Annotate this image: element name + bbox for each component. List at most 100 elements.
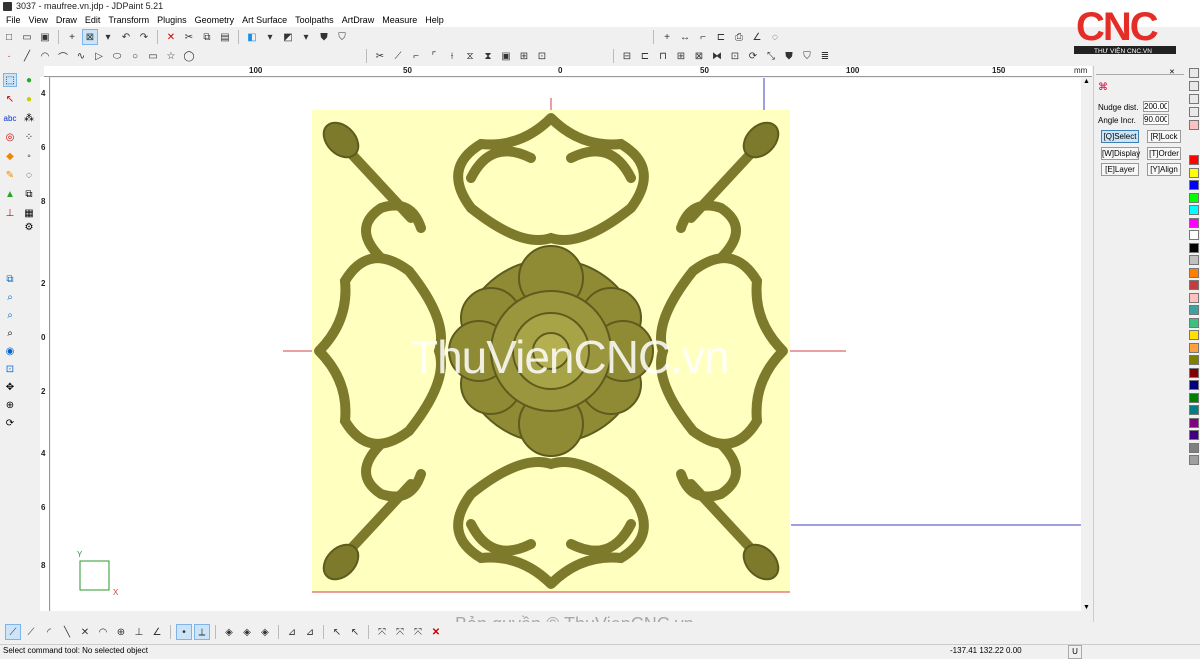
menu-plugins[interactable]: Plugins [153,13,191,27]
select-tool-icon[interactable]: ⬚ [3,73,17,87]
color-swatch[interactable] [1189,380,1199,390]
light-icon[interactable]: ● [22,92,36,106]
copy-icon[interactable]: ⧉ [199,29,215,45]
color-swatch[interactable] [1189,155,1199,165]
close-icon[interactable]: ✕ [1169,68,1175,76]
snap-arc-icon[interactable]: ◜ [41,624,57,640]
break-icon[interactable]: ⧗ [480,48,496,64]
paste-icon[interactable]: ▤ [217,29,233,45]
vertical-scrollbar[interactable]: ▲ ▼ [1081,78,1092,611]
ungroup-icon[interactable]: ⊞ [516,48,532,64]
menu-transform[interactable]: Transform [104,13,153,27]
new-file-icon[interactable]: □ [1,29,17,45]
snap-surface-icon[interactable]: ⊿ [302,624,318,640]
join-icon[interactable]: ⧖ [462,48,478,64]
menu-toolpaths[interactable]: Toolpaths [291,13,338,27]
rotate-copy-icon[interactable]: ⟳ [745,48,761,64]
color-swatch[interactable] [1189,392,1199,403]
shield-icon[interactable]: ⛊ [316,29,332,45]
measure-icon[interactable]: ⊥ [3,206,17,220]
shield-outline-icon[interactable]: ⛉ [799,48,815,64]
menu-draw[interactable]: Draw [52,13,81,27]
shield-outline-icon[interactable]: ⛉ [334,29,350,45]
fillet-icon[interactable]: ⌐ [408,48,424,64]
zoom-in-icon[interactable]: ⌕ [3,308,17,322]
pencil-icon[interactable] [1189,68,1199,78]
polyline-icon[interactable]: ⌒ [55,48,71,64]
select-mode-icon[interactable]: ⊠ [82,29,98,45]
brush-icon[interactable]: ⁂ [22,111,36,125]
transform-icon[interactable]: ⤧ [410,624,426,640]
cut-icon[interactable]: ✂ [181,29,197,45]
color-swatch[interactable] [1189,217,1199,228]
chevron-up-icon[interactable]: ▲ [1083,78,1090,85]
arc-icon[interactable]: ◠ [37,48,53,64]
snap-midpoint-icon[interactable]: ⟋ [23,624,39,640]
eye-icon[interactable]: ◉ [3,344,17,358]
menu-art-surface[interactable]: Art Surface [238,13,291,27]
color-swatch[interactable] [1189,205,1199,215]
snap-surface-icon[interactable]: ⊿ [284,624,300,640]
spline-icon[interactable]: ∿ [73,48,89,64]
chevron-down-icon[interactable]: ▾ [298,29,314,45]
crosshair-icon[interactable]: + [64,29,80,45]
chevron-down-icon[interactable]: ▼ [1083,604,1090,611]
transform-icon[interactable]: ⤧ [392,624,408,640]
line-icon[interactable]: ╱ [19,48,35,64]
point-icon[interactable]: · [1,48,17,64]
snap-tangent-icon[interactable]: ╲ [59,624,75,640]
delete-icon[interactable]: ✕ [428,624,444,640]
snap-endpoint-icon[interactable]: ⟋ [5,624,21,640]
node-tool-icon[interactable]: ↖ [3,92,17,106]
color-swatch[interactable] [1189,367,1199,378]
render-icon[interactable]: ◩ [280,29,296,45]
color-swatch[interactable] [1189,280,1199,290]
chevron-down-icon[interactable]: ▾ [100,29,116,45]
color-swatch[interactable] [1189,317,1199,328]
menu-view[interactable]: View [25,13,52,27]
open-file-icon[interactable]: ▭ [19,29,35,45]
print-icon[interactable]: ⎙ [731,29,747,45]
triangle-icon[interactable]: ▷ [91,48,107,64]
align-button[interactable]: [Y]Align [1147,163,1181,176]
measure-distance-icon[interactable]: ↔ [677,29,693,45]
zoom-select-icon[interactable]: ⧉ [3,272,17,286]
select-tool-icon[interactable]: ⌘ [1098,82,1110,94]
node-edit-icon[interactable]: ⊡ [534,48,550,64]
lasso-icon[interactable]: ◌ [767,29,783,45]
zoom-out-icon[interactable]: ⌕ [3,326,17,340]
text-tool-icon[interactable]: abc [3,111,17,125]
align-center-icon[interactable]: ⊞ [673,48,689,64]
transform-icon[interactable]: ⤧ [374,624,390,640]
color-swatch[interactable] [1189,292,1199,303]
save-icon[interactable]: ▣ [37,29,53,45]
color-swatch[interactable] [1189,230,1199,240]
offset-icon[interactable]: ⟊ [444,48,460,64]
color-swatch[interactable] [1189,330,1199,340]
zoom-window-icon[interactable]: ⌕ [3,290,17,304]
angle-icon[interactable]: ∠ [749,29,765,45]
snap-node-icon[interactable]: ◈ [239,624,255,640]
pick-icon[interactable]: ↖ [347,624,363,640]
rectangle-icon[interactable]: ▭ [145,48,161,64]
align-icon[interactable]: ⊟ [619,48,635,64]
color-swatch[interactable] [1189,405,1199,415]
color-fill-icon[interactable]: ◧ [244,29,260,45]
snap-angle-icon[interactable]: ∠ [149,624,165,640]
mirror-icon[interactable]: ⧓ [709,48,725,64]
color-swatch[interactable] [1189,192,1199,203]
color-swatch[interactable] [1189,242,1199,253]
order-button[interactable]: [T]Order [1147,147,1181,160]
extend-icon[interactable]: ⟋ [390,48,406,64]
snap-node-icon[interactable]: ◈ [221,624,237,640]
color-swatch[interactable] [1189,267,1199,278]
ellipse-icon[interactable]: ⬭ [109,48,125,64]
chamfer-icon[interactable]: ⌜ [426,48,442,64]
color-swatch[interactable] [1189,417,1199,428]
texture-icon[interactable] [1189,107,1199,117]
shield-icon[interactable]: ⛊ [781,48,797,64]
snap-quadrant-icon[interactable]: ◠ [95,624,111,640]
menu-measure[interactable]: Measure [378,13,421,27]
drawing-canvas[interactable]: Y X ThuVienCNC.vn [51,78,1081,611]
color-swatch[interactable] [1189,167,1199,178]
